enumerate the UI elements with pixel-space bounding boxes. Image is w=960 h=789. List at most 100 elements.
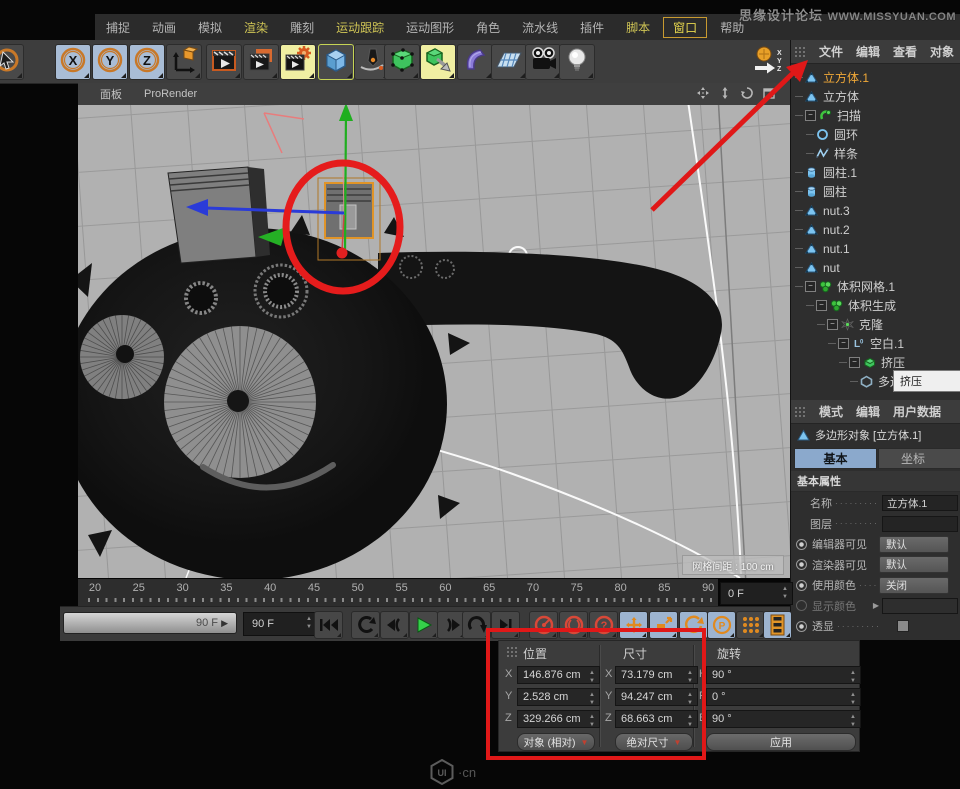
- menu-item-窗口[interactable]: 窗口: [663, 17, 707, 38]
- 透显-checkbox[interactable]: [897, 620, 909, 632]
- size-y-field[interactable]: 94.247 cm▲▼: [615, 688, 698, 706]
- workplane-button[interactable]: [491, 44, 527, 80]
- menu-item-插件[interactable]: 插件: [569, 19, 615, 36]
- stepper-icon[interactable]: ▲▼: [588, 692, 596, 706]
- model-mode-button[interactable]: [318, 44, 354, 80]
- tree-item-克隆[interactable]: −克隆: [817, 315, 883, 334]
- tree-item-nut.3[interactable]: nut.3: [795, 201, 850, 220]
- rotation-b-field[interactable]: 90 °▲▼: [706, 710, 861, 728]
- stepper-icon[interactable]: ▲▼: [305, 616, 313, 630]
- bend-deformer-button[interactable]: [457, 44, 493, 80]
- grip-icon[interactable]: [794, 46, 806, 58]
- viewport-pan-icon[interactable]: [696, 86, 710, 103]
- keyframe-selection-button[interactable]: [736, 611, 765, 639]
- goto-end-button[interactable]: [491, 611, 520, 639]
- tree-item-扫描[interactable]: −扫描: [795, 106, 861, 125]
- keyframe-dot-icon[interactable]: [796, 559, 807, 570]
- menu-item-动画[interactable]: 动画: [141, 19, 187, 36]
- loop-mode-button[interactable]: [351, 611, 380, 639]
- autokey-button[interactable]: [559, 611, 588, 639]
- am-menu-模式[interactable]: 模式: [819, 403, 843, 420]
- expander-icon[interactable]: −: [827, 319, 838, 330]
- 渲染器可见-dropdown[interactable]: 默认: [879, 556, 949, 573]
- play-backward-button[interactable]: [380, 611, 409, 639]
- tree-item-体积网格.1[interactable]: −体积网格.1: [795, 277, 895, 296]
- expander-icon[interactable]: −: [838, 338, 849, 349]
- grip-icon[interactable]: [506, 646, 518, 658]
- live-selection-button[interactable]: [0, 44, 24, 80]
- motion-tracker-button[interactable]: [206, 44, 242, 80]
- viewport-menu-panel[interactable]: 面板: [100, 86, 122, 102]
- key-parameter-button[interactable]: P: [707, 611, 736, 639]
- keyframe-dot-icon[interactable]: [796, 580, 807, 591]
- tree-item-nut[interactable]: nut: [795, 258, 840, 277]
- tree-item-圆环[interactable]: 圆环: [806, 125, 858, 144]
- om-menu-查看[interactable]: 查看: [893, 43, 917, 60]
- stepper-icon[interactable]: ▲▼: [849, 670, 857, 684]
- size-z-field[interactable]: 68.663 cm▲▼: [615, 710, 698, 728]
- 使用颜色-dropdown[interactable]: 关闭: [879, 577, 949, 594]
- expander-icon[interactable]: −: [816, 300, 827, 311]
- om-menu-对象[interactable]: 对象: [930, 43, 954, 60]
- position-z-field[interactable]: 329.266 cm▲▼: [517, 710, 600, 728]
- cycle-button[interactable]: [462, 611, 491, 639]
- record-keyframe-button[interactable]: [529, 611, 558, 639]
- om-menu-文件[interactable]: 文件: [819, 43, 843, 60]
- key-scale-button[interactable]: [649, 611, 678, 639]
- 图层-input[interactable]: [882, 516, 958, 532]
- size-x-field[interactable]: 73.179 cm▲▼: [615, 666, 698, 684]
- keyframe-dot-icon[interactable]: [796, 621, 807, 632]
- expand-color-icon[interactable]: ▶: [873, 601, 879, 610]
- menu-item-雕刻[interactable]: 雕刻: [279, 19, 325, 36]
- menu-item-渲染[interactable]: 渲染: [233, 19, 279, 36]
- play-button[interactable]: [409, 611, 438, 639]
- 显示颜色-color-field[interactable]: [882, 598, 958, 614]
- stepper-icon[interactable]: ▲▼: [849, 692, 857, 706]
- tree-item-体积生成[interactable]: −体积生成: [806, 296, 896, 315]
- tree-item-nut.2[interactable]: nut.2: [795, 220, 850, 239]
- timeline-power-slider[interactable]: 90 F ▶: [63, 612, 237, 634]
- light-button[interactable]: [559, 44, 595, 80]
- key-position-button[interactable]: [619, 611, 648, 639]
- tree-item-nut.1[interactable]: nut.1: [795, 239, 850, 258]
- key-rotation-button[interactable]: [679, 611, 708, 639]
- position-x-field[interactable]: 146.876 cm▲▼: [517, 666, 600, 684]
- menu-item-脚本[interactable]: 脚本: [615, 19, 661, 36]
- stepper-icon[interactable]: ▲▼: [686, 670, 694, 684]
- lock-x-axis-button[interactable]: X: [55, 44, 91, 80]
- menu-item-运动图形[interactable]: 运动图形: [395, 19, 465, 36]
- timeline-button[interactable]: [763, 611, 792, 639]
- menu-item-模拟[interactable]: 模拟: [187, 19, 233, 36]
- lock-y-axis-button[interactable]: Y: [92, 44, 128, 80]
- keyframe-dot-icon[interactable]: [796, 600, 807, 611]
- lock-z-axis-button[interactable]: Z: [129, 44, 165, 80]
- axis-badge-icon[interactable]: XYZ: [752, 45, 784, 77]
- tree-item-立方体.1[interactable]: 立方体.1: [795, 68, 869, 87]
- viewport-maximize-icon[interactable]: [762, 86, 776, 103]
- keyframe-help-button[interactable]: ?: [589, 611, 618, 639]
- menu-item-流水线[interactable]: 流水线: [511, 19, 569, 36]
- tree-item-立方体[interactable]: 立方体: [795, 87, 859, 106]
- tab-coordinates[interactable]: 坐标: [878, 448, 960, 469]
- viewport-zoom-icon[interactable]: [718, 86, 732, 103]
- grip-icon[interactable]: [794, 406, 806, 418]
- stepper-icon[interactable]: ▲▼: [849, 714, 857, 728]
- expander-icon[interactable]: −: [805, 281, 816, 292]
- stepper-icon[interactable]: ▲▼: [686, 692, 694, 706]
- goto-start-button[interactable]: [314, 611, 343, 639]
- extrude-mode-button[interactable]: [420, 44, 456, 80]
- coordinate-system-button[interactable]: [166, 44, 202, 80]
- tree-item-样条[interactable]: 样条: [806, 144, 858, 163]
- size-mode-dropdown[interactable]: 绝对尺寸▼: [615, 733, 693, 751]
- rotation-h-field[interactable]: 90 °▲▼: [706, 666, 861, 684]
- keyframe-dot-icon[interactable]: [796, 539, 807, 550]
- viewport-rotate-icon[interactable]: [740, 86, 754, 103]
- 编辑器可见-dropdown[interactable]: 默认: [879, 536, 949, 553]
- am-menu-编辑[interactable]: 编辑: [856, 403, 880, 420]
- position-y-field[interactable]: 2.528 cm▲▼: [517, 688, 600, 706]
- timeline-ruler[interactable]: 202530354045505560657075808590: [78, 579, 718, 607]
- stepper-icon[interactable]: ▲▼: [588, 670, 596, 684]
- am-menu-用户数据[interactable]: 用户数据: [893, 403, 941, 420]
- apply-button[interactable]: 应用: [706, 733, 856, 751]
- menu-item-角色[interactable]: 角色: [465, 19, 511, 36]
